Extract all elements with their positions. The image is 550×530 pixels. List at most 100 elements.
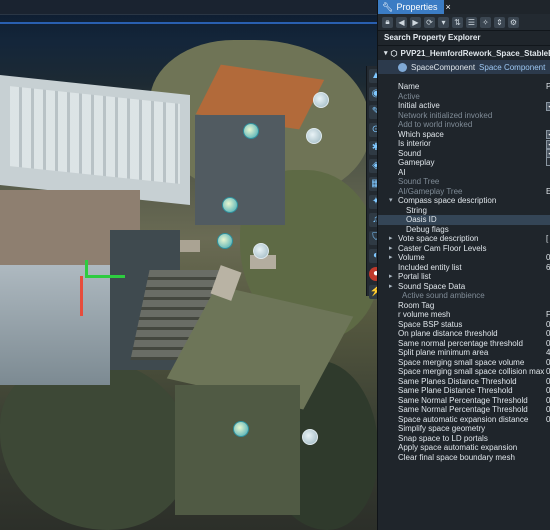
collapse-icon[interactable]: ⇕ bbox=[494, 16, 505, 28]
property-row[interactable]: Which space ✓ bbox=[378, 130, 550, 140]
property-label: Same Normal Percentage Threshold bbox=[398, 405, 528, 414]
property-row[interactable]: Sound✓ bbox=[378, 149, 550, 159]
collapse-arrow-icon[interactable]: ▸ bbox=[389, 253, 393, 263]
property-value[interactable]: EX bbox=[546, 187, 550, 197]
entity-marker[interactable] bbox=[313, 92, 329, 108]
selected-object-row[interactable]: ▾ ⬡ PVP21_HemfordRework_Space_StableEntr… bbox=[378, 46, 550, 60]
property-checkbox[interactable]: ✓ bbox=[546, 101, 550, 111]
property-label: Space automatic expansion distance bbox=[398, 414, 529, 424]
property-value[interactable]: PVP21_ bbox=[546, 82, 550, 92]
collapse-arrow-icon[interactable]: ▸ bbox=[389, 282, 393, 292]
property-row[interactable]: ▸ Caster Cam Floor Levels bbox=[378, 244, 550, 254]
property-row[interactable]: r volume mesh Fire bbox=[378, 310, 550, 320]
back-icon[interactable]: ◀ bbox=[396, 16, 407, 28]
property-value[interactable]: 0. bbox=[546, 329, 550, 339]
property-row[interactable]: Space BSP status 0 bbox=[378, 320, 550, 330]
property-value[interactable]: [ 5A bbox=[546, 234, 550, 244]
star-icon[interactable]: ✧ bbox=[480, 16, 491, 28]
expand-arrow-icon[interactable]: ▾ bbox=[389, 196, 393, 206]
property-row[interactable]: Gameplay bbox=[378, 157, 550, 168]
property-value[interactable]: 40 bbox=[546, 348, 550, 358]
property-row[interactable]: Included entity list 6 (S bbox=[378, 263, 550, 273]
property-row[interactable]: Active sound ambience bbox=[378, 291, 550, 301]
property-row[interactable]: Is interior ✓ bbox=[378, 139, 550, 149]
gizmo-z-axis[interactable] bbox=[80, 276, 83, 316]
property-row[interactable]: Same normal percentage threshold 0.1 bbox=[378, 339, 550, 349]
property-row[interactable]: ▾ Compass space description bbox=[378, 196, 550, 206]
3d-viewport[interactable] bbox=[0, 0, 378, 530]
property-row[interactable]: On plane distance threshold 0. bbox=[378, 329, 550, 339]
entity-marker[interactable] bbox=[253, 243, 269, 259]
property-value[interactable]: 0 bbox=[546, 367, 550, 377]
property-value[interactable]: 0 bbox=[546, 415, 550, 425]
property-checkbox[interactable]: ✓ bbox=[546, 139, 550, 149]
property-value[interactable]: Fire bbox=[546, 310, 550, 320]
property-row[interactable]: Clear final space boundary mesh bbox=[378, 453, 550, 463]
entity-marker[interactable] bbox=[243, 123, 259, 139]
property-row[interactable]: Add to world invoked bbox=[378, 120, 550, 130]
property-checkbox[interactable]: ✓ bbox=[546, 129, 550, 140]
property-row[interactable]: Active bbox=[378, 92, 550, 102]
property-label: Same Normal Percentage Threshold bbox=[398, 395, 528, 405]
tree-icon[interactable]: ☰ bbox=[466, 16, 477, 28]
property-row[interactable]: Simplify space geometry bbox=[378, 424, 550, 434]
property-row[interactable]: Split plane minimum area 40 bbox=[378, 348, 550, 358]
forward-icon[interactable]: ▶ bbox=[410, 16, 421, 28]
property-row[interactable]: Space merging small space volume 0.1 bbox=[378, 358, 550, 368]
collapse-arrow-icon[interactable]: ▸ bbox=[389, 272, 393, 282]
property-value[interactable]: 0.0 bbox=[546, 386, 550, 396]
property-row[interactable]: Debug flags( bbox=[378, 225, 550, 235]
property-value[interactable]: 0.1 bbox=[546, 377, 550, 387]
property-row[interactable]: Name PVP21_ bbox=[378, 82, 550, 92]
property-row[interactable]: ▸ Vote space description [ 5A bbox=[378, 234, 550, 244]
property-row[interactable]: ▸ Sound Space Data bbox=[378, 282, 550, 292]
entity-marker[interactable] bbox=[233, 421, 249, 437]
close-icon[interactable]: × bbox=[445, 2, 450, 12]
property-row[interactable]: Initial active ✓ bbox=[378, 101, 550, 111]
property-value[interactable]: 6 (S bbox=[546, 263, 550, 273]
collapse-arrow-icon[interactable]: ▸ bbox=[389, 234, 393, 244]
property-row[interactable]: Network initialized invoked bbox=[378, 111, 550, 121]
property-row[interactable]: Apply space automatic expansion bbox=[378, 443, 550, 453]
property-value[interactable]: 0.1 bbox=[546, 358, 550, 368]
property-row[interactable]: Snap space to LD portals bbox=[378, 434, 550, 444]
search-property-explorer[interactable]: Search Property Explorer bbox=[378, 31, 550, 46]
property-row[interactable]: Same Normal Percentage Threshold 0.1 bbox=[378, 396, 550, 406]
entity-marker[interactable] bbox=[217, 233, 233, 249]
property-row[interactable]: Space merging small space collision max … bbox=[378, 367, 550, 377]
entity-marker[interactable] bbox=[306, 128, 322, 144]
property-row[interactable]: String2888 bbox=[378, 206, 550, 216]
property-list: Name PVP21_ ActiveInitial active ✓ Network i… bbox=[378, 82, 550, 462]
property-value[interactable]: 0.0 bbox=[546, 405, 550, 415]
property-row[interactable]: ▸ Portal list bbox=[378, 272, 550, 282]
component-row[interactable]: SpaceComponent Space Component bbox=[378, 60, 550, 74]
settings-icon[interactable]: ⚙ bbox=[508, 16, 519, 28]
gizmo-x-axis[interactable] bbox=[85, 275, 125, 278]
property-row[interactable]: Room Tag bbox=[378, 301, 550, 311]
property-row[interactable]: Same Plane Distance Threshold 0.0 bbox=[378, 386, 550, 396]
sort-icon[interactable]: ⇅ bbox=[452, 16, 463, 28]
filter-icon[interactable]: ▾ bbox=[438, 16, 449, 28]
property-row[interactable]: AI bbox=[378, 168, 550, 178]
entity-marker[interactable] bbox=[222, 197, 238, 213]
property-row[interactable]: Oasis ID0 bbox=[378, 215, 550, 225]
property-row[interactable]: Sound Tree bbox=[378, 177, 550, 187]
property-value[interactable]: 0.1 bbox=[546, 339, 550, 349]
property-value[interactable]: 0 (3 bbox=[546, 253, 550, 263]
checkbox-unchecked-icon[interactable] bbox=[546, 157, 550, 166]
property-row[interactable]: ▸ Volume 0 (3 bbox=[378, 253, 550, 263]
property-row[interactable]: Same Normal Percentage Threshold 0.0 bbox=[378, 405, 550, 415]
checkbox-checked-icon[interactable]: ✓ bbox=[546, 101, 550, 111]
property-row[interactable]: AI/Gameplay Tree EX bbox=[378, 187, 550, 197]
property-value[interactable]: 0 bbox=[546, 320, 550, 330]
property-row[interactable]: Same Planes Distance Threshold 0.1 bbox=[378, 377, 550, 387]
refresh-icon[interactable]: ⟳ bbox=[424, 16, 435, 28]
lock-icon[interactable]: 🔒︎ bbox=[382, 16, 393, 28]
property-value[interactable]: 0.1 bbox=[546, 396, 550, 406]
collapse-arrow-icon[interactable]: ▾ bbox=[384, 49, 388, 57]
collapse-arrow-icon[interactable]: ▸ bbox=[389, 244, 393, 254]
property-row[interactable]: Space automatic expansion distance 0 bbox=[378, 415, 550, 425]
entity-marker[interactable] bbox=[302, 429, 318, 445]
tab-properties[interactable]: 🔧︎ Properties × bbox=[378, 0, 451, 14]
gizmo-y-axis[interactable] bbox=[85, 260, 88, 278]
